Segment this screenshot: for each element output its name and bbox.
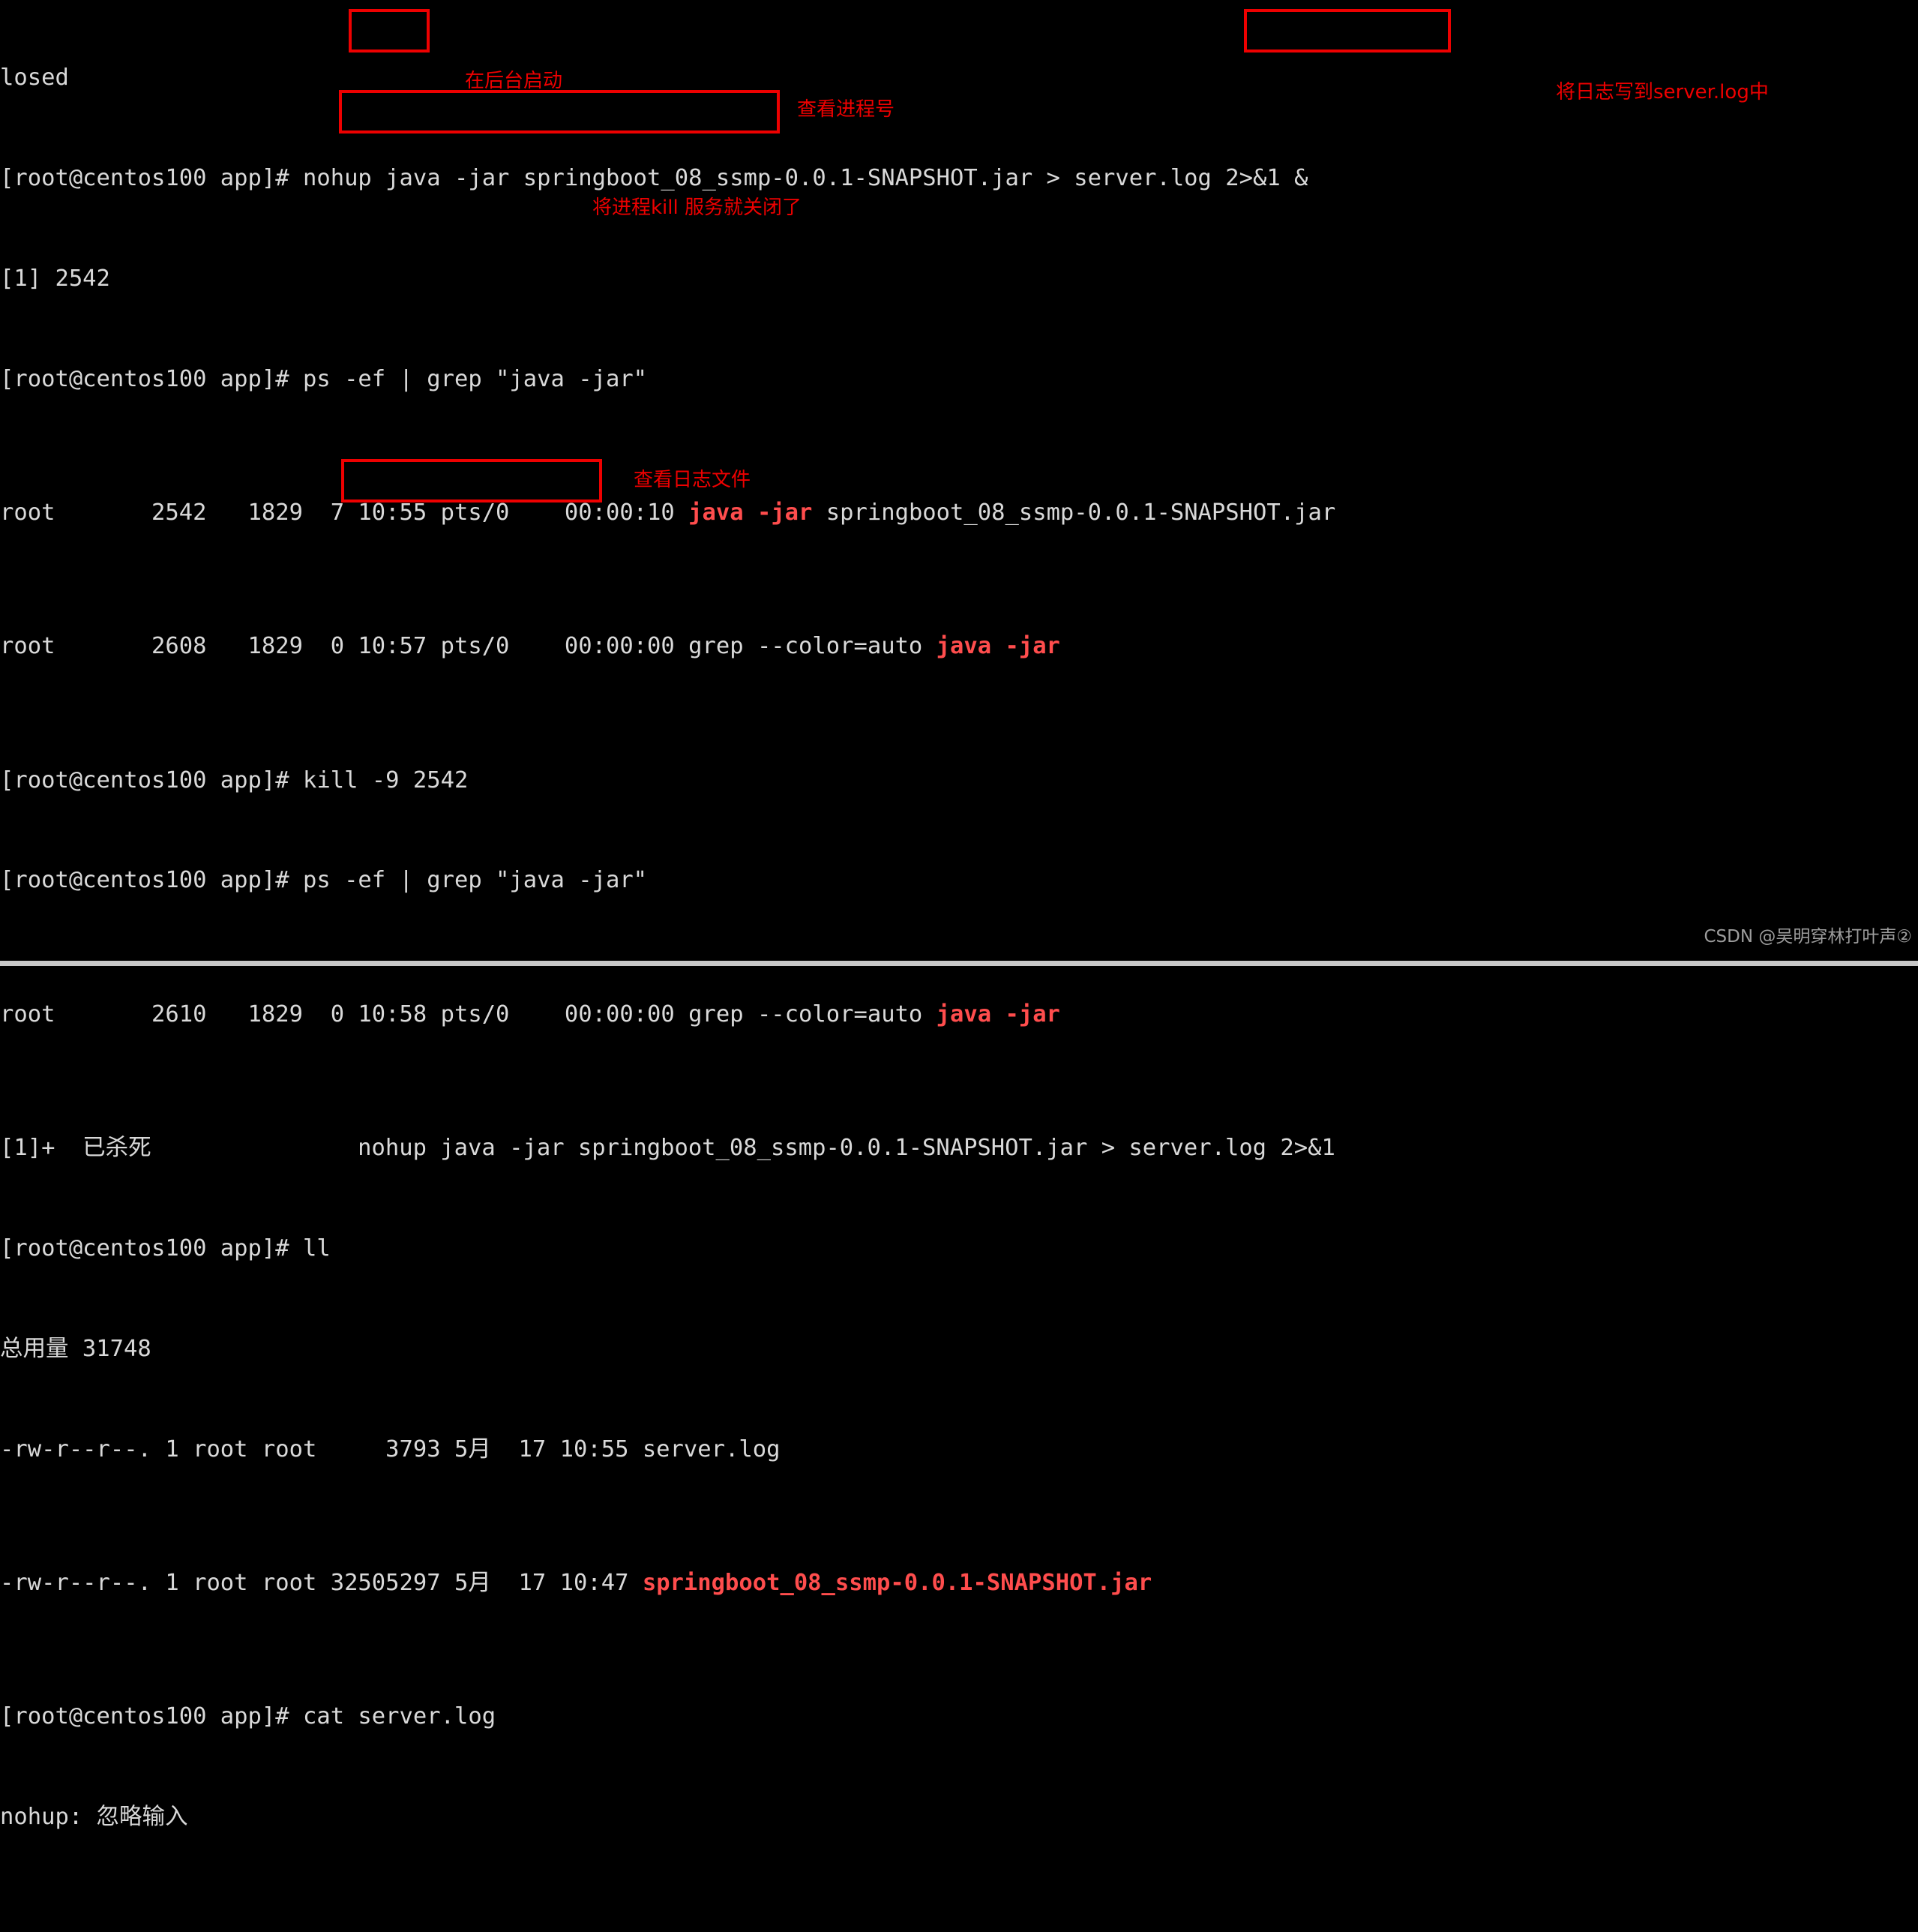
terminal-line-process-java: root 2542 1829 7 10:55 pts/0 00:00:10 ja… — [0, 496, 1918, 530]
line-post: springboot_08_ssmp-0.0.1-SNAPSHOT.jar — [812, 499, 1336, 526]
line-pre: root 2542 1829 7 10:55 pts/0 00:00:10 — [0, 499, 689, 526]
grep-match: java -jar — [688, 499, 813, 526]
grep-match: java -jar — [936, 1000, 1060, 1028]
annotation-label-background-start: 在后台启动 — [465, 70, 563, 92]
line-pre: root 2610 1829 0 10:58 pts/0 00:00:00 gr… — [0, 1000, 937, 1028]
annotation-label-write-log: 将日志写到server.log中 — [1556, 81, 1769, 104]
terminal-line-file-serverlog: -rw-r--r--. 1 root root 3793 5月 17 10:55… — [0, 1436, 781, 1462]
terminal-line-command-ll: [root@centos100 app]# ll — [0, 1234, 331, 1262]
terminal-line-command-nohup: [root@centos100 app]# nohup java -jar sp… — [0, 164, 1308, 191]
line-pre: -rw-r--r--. 1 root root 32505297 5月 17 1… — [0, 1569, 643, 1596]
jar-filename: springboot_08_ssmp-0.0.1-SNAPSHOT.jar — [642, 1569, 1152, 1596]
terminal-line-total: 总用量 31748 — [0, 1335, 151, 1362]
grep-match: java -jar — [936, 633, 1060, 660]
terminal-line-process-grep: root 2608 1829 0 10:57 pts/0 00:00:00 gr… — [0, 630, 1918, 664]
line-pre: root 2608 1829 0 10:57 pts/0 00:00:00 gr… — [0, 633, 937, 660]
terminal-line-command-ps: [root@centos100 app]# ps -ef | grep "jav… — [0, 365, 648, 392]
csdn-watermark: CSDN @吴明穿林打叶声② — [1704, 927, 1912, 947]
annotation-label-view-pid: 查看进程号 — [797, 98, 895, 121]
terminal-line-command-ps2: [root@centos100 app]# ps -ef | grep "jav… — [0, 867, 648, 894]
terminal-line-command-kill: [root@centos100 app]# kill -9 2542 — [0, 766, 469, 794]
annotation-label-view-log: 查看日志文件 — [634, 469, 751, 491]
terminal-line: [1] 2542 — [0, 265, 110, 292]
terminal-line-process-grep2: root 2610 1829 0 10:58 pts/0 00:00:00 gr… — [0, 998, 1918, 1032]
terminal-line-nohup-notice: nohup: 忽略输入 — [0, 1804, 188, 1831]
terminal-line-file-jar: -rw-r--r--. 1 root root 32505297 5月 17 1… — [0, 1567, 1918, 1600]
annotation-label-kill-process: 将进程kill 服务就关闭了 — [592, 196, 802, 219]
terminal-line-job-killed: [1]+ 已杀死 nohup java -jar springboot_08_s… — [0, 1135, 1335, 1162]
terminal-line-command-cat: [root@centos100 app]# cat server.log — [0, 1703, 496, 1730]
terminal-output: losed [root@centos100 app]# nohup java -… — [0, 0, 1918, 1932]
window-bottom-edge — [0, 961, 1918, 966]
terminal-window[interactable]: losed [root@centos100 app]# nohup java -… — [0, 0, 1918, 1830]
